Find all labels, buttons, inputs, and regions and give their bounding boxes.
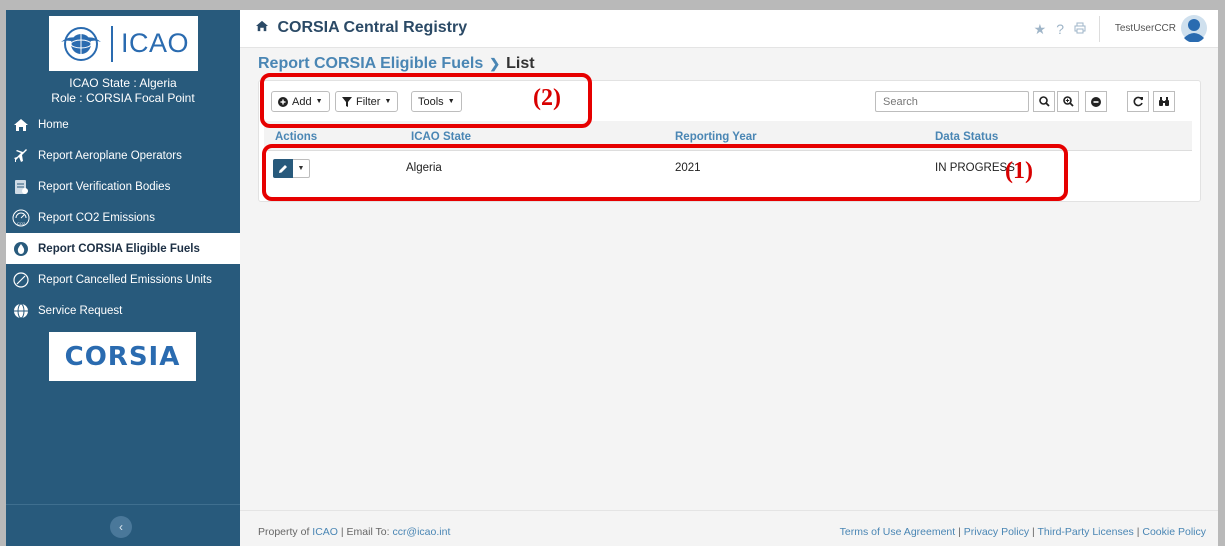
annotation-label-1: (1) bbox=[1005, 158, 1033, 184]
chevron-right-icon: ❯ bbox=[489, 56, 501, 71]
sidebar-item-label: Report Aeroplane Operators bbox=[38, 149, 182, 162]
column-header-data-status[interactable]: Data Status bbox=[935, 131, 998, 143]
topbar-divider bbox=[1099, 16, 1100, 42]
co2-gauge-icon: CO2 bbox=[12, 209, 30, 227]
logo-divider bbox=[111, 25, 113, 62]
username[interactable]: TestUserCCR bbox=[1115, 23, 1176, 34]
sidebar-item-cancelled-emissions-units[interactable]: Report Cancelled Emissions Units bbox=[6, 264, 240, 295]
sidebar-item-service-request[interactable]: Service Request bbox=[6, 295, 240, 326]
column-header-icao-state[interactable]: ICAO State bbox=[411, 131, 471, 143]
sidebar-item-eligible-fuels[interactable]: Report CORSIA Eligible Fuels bbox=[6, 233, 240, 264]
sidebar-item-home[interactable]: Home bbox=[6, 109, 240, 140]
document-icon bbox=[12, 178, 30, 196]
annotation-label-2: (2) bbox=[533, 85, 561, 111]
footer-terms-link[interactable]: Terms of Use Agreement bbox=[840, 526, 956, 538]
annotation-box-1 bbox=[262, 144, 1068, 201]
sidebar-item-label: Report Verification Bodies bbox=[38, 180, 171, 193]
fuel-drop-icon bbox=[12, 240, 30, 258]
home-icon bbox=[255, 19, 273, 36]
footer-icao-link[interactable]: ICAO bbox=[312, 526, 338, 538]
sidebar-item-verification-bodies[interactable]: Report Verification Bodies bbox=[6, 171, 240, 202]
icao-emblem-icon bbox=[61, 26, 101, 61]
page-footer: Property of ICAO | Email To: ccr@icao.in… bbox=[240, 510, 1218, 546]
column-header-reporting-year[interactable]: Reporting Year bbox=[675, 131, 757, 143]
search-placeholder: Search bbox=[883, 95, 918, 108]
footer-email-link[interactable]: ccr@icao.int bbox=[392, 526, 450, 538]
star-icon[interactable]: ★ bbox=[1034, 21, 1047, 38]
refresh-button[interactable] bbox=[1127, 91, 1149, 112]
help-icon[interactable]: ? bbox=[1056, 21, 1064, 38]
minus-circle-icon bbox=[1091, 96, 1101, 107]
zoom-in-icon bbox=[1062, 96, 1074, 107]
icao-state-label: ICAO State : Algeria bbox=[69, 76, 177, 90]
icao-logo-text: ICAO bbox=[121, 28, 190, 58]
top-icons: ★ ? bbox=[1034, 21, 1086, 38]
avatar-icon[interactable] bbox=[1180, 14, 1208, 42]
clear-search-button[interactable] bbox=[1085, 91, 1107, 112]
corsia-logo: CORSIA bbox=[49, 332, 196, 381]
footer-separator: | bbox=[958, 526, 961, 538]
sidebar-nav: Home Report Aeroplane Operators Report V… bbox=[6, 109, 240, 326]
app-title-text: CORSIA Central Registry bbox=[277, 19, 468, 36]
app-window: ICAO ICAO State : Algeria Role : CORSIA … bbox=[6, 10, 1218, 546]
breadcrumb: Report CORSIA Eligible Fuels ❯ List bbox=[258, 55, 535, 73]
find-button[interactable] bbox=[1153, 91, 1175, 112]
chevron-left-icon: ‹ bbox=[119, 520, 123, 534]
sidebar-item-label: Report CORSIA Eligible Fuels bbox=[38, 242, 200, 255]
sidebar: ICAO ICAO State : Algeria Role : CORSIA … bbox=[6, 10, 240, 546]
sidebar-item-aeroplane-operators[interactable]: Report Aeroplane Operators bbox=[6, 140, 240, 171]
sidebar-item-label: Report CO2 Emissions bbox=[38, 211, 155, 224]
sidebar-item-label: Report Cancelled Emissions Units bbox=[38, 273, 212, 286]
cancelled-circle-icon bbox=[12, 271, 30, 289]
footer-property-text: Property of bbox=[258, 526, 310, 538]
search-input[interactable]: Search bbox=[875, 91, 1029, 112]
sidebar-item-label: Home bbox=[38, 118, 69, 131]
footer-email-label: | Email To: bbox=[340, 526, 390, 538]
svg-text:CO2: CO2 bbox=[17, 221, 26, 226]
search-icon bbox=[1038, 96, 1050, 107]
breadcrumb-parent-link[interactable]: Report CORSIA Eligible Fuels bbox=[258, 55, 483, 73]
footer-separator: | bbox=[1032, 526, 1035, 538]
sidebar-footer: ‹ bbox=[6, 504, 240, 546]
search-button[interactable] bbox=[1033, 91, 1055, 112]
icao-logo[interactable]: ICAO bbox=[49, 16, 198, 71]
footer-third-party-link[interactable]: Third-Party Licenses bbox=[1038, 526, 1134, 538]
corsia-logo-text: CORSIA bbox=[64, 341, 181, 372]
footer-right: Terms of Use Agreement | Privacy Policy … bbox=[840, 526, 1206, 538]
print-icon[interactable] bbox=[1074, 21, 1086, 38]
footer-cookie-link[interactable]: Cookie Policy bbox=[1142, 526, 1206, 538]
footer-separator: | bbox=[1136, 526, 1140, 538]
footer-privacy-link[interactable]: Privacy Policy bbox=[964, 526, 1029, 538]
airplane-icon bbox=[12, 147, 30, 165]
role-label: Role : CORSIA Focal Point bbox=[51, 91, 195, 105]
collapse-sidebar-button[interactable]: ‹ bbox=[110, 516, 132, 538]
column-header-actions[interactable]: Actions bbox=[275, 131, 317, 143]
breadcrumb-current: List bbox=[506, 55, 535, 72]
advanced-search-button[interactable] bbox=[1057, 91, 1079, 112]
binoculars-icon bbox=[1159, 96, 1169, 106]
topbar: CORSIA Central Registry ★ ? TestUserCCR bbox=[240, 10, 1218, 48]
footer-left: Property of ICAO | Email To: ccr@icao.in… bbox=[258, 526, 450, 538]
globe-icon bbox=[12, 302, 30, 320]
home-icon bbox=[12, 116, 30, 134]
refresh-icon bbox=[1133, 96, 1143, 107]
sidebar-item-label: Service Request bbox=[38, 304, 123, 317]
app-title[interactable]: CORSIA Central Registry bbox=[255, 19, 467, 37]
sidebar-item-co2-emissions[interactable]: CO2 Report CO2 Emissions bbox=[6, 202, 240, 233]
